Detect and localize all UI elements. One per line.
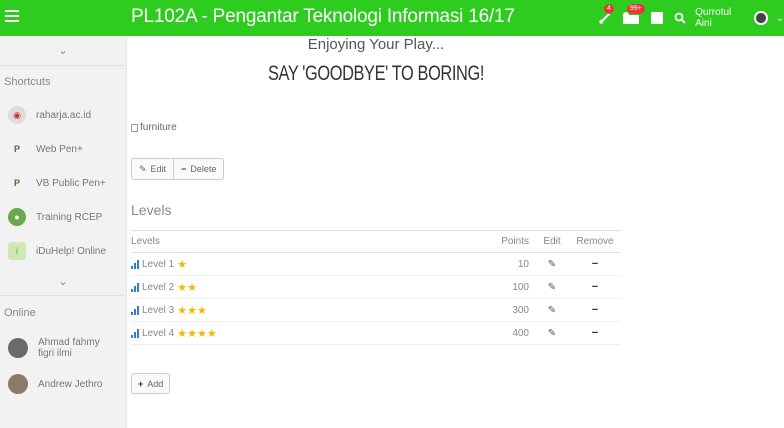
messages-badge: 99+ xyxy=(626,4,645,14)
broken-image: furniture xyxy=(131,122,177,133)
notifications-icon[interactable]: 4 xyxy=(598,4,614,26)
pen-plus-logo-icon: P xyxy=(13,144,20,154)
table-header-row: Levels Points Edit Remove xyxy=(131,230,621,253)
collapse-chevron-icon[interactable]: ⌄ xyxy=(0,36,126,66)
level-points: 10 xyxy=(475,252,535,276)
course-title: PL102A - Pengantar Teknologi Informasi 1… xyxy=(131,6,515,27)
remove-minus-icon[interactable]: − xyxy=(592,304,598,316)
column-header-edit: Edit xyxy=(535,230,569,253)
table-row: Level 3 ★★★ 300 ✎ − xyxy=(131,298,621,322)
top-bar: PL102A - Pengantar Teknologi Informasi 1… xyxy=(0,0,784,36)
level-name: Level 2 xyxy=(142,281,175,293)
level-points: 100 xyxy=(475,275,535,299)
online-user-name: Ahmad fahmy xyxy=(38,337,100,348)
online-user-name: figri ilmi xyxy=(38,348,72,359)
edit-label: Edit xyxy=(150,164,167,174)
messages-icon[interactable]: 99+ xyxy=(621,4,645,26)
edit-pencil-icon[interactable]: ✎ xyxy=(548,259,556,270)
menu-icon[interactable] xyxy=(5,10,19,24)
user-name[interactable]: Qurrotul Aini xyxy=(695,7,746,29)
shortcut-label: raharja.ac.id xyxy=(36,109,92,121)
minus-icon: − xyxy=(181,164,187,174)
table-row: Level 4 ★★★★ 400 ✎ − xyxy=(131,321,621,345)
rcep-globe-icon: ● xyxy=(8,208,26,226)
level-name: Level 1 xyxy=(142,258,175,270)
remove-minus-icon[interactable]: − xyxy=(592,258,598,270)
edit-pencil-icon[interactable]: ✎ xyxy=(548,328,556,339)
shortcut-label: VB Public Pen+ xyxy=(36,177,106,189)
user-menu-chevron-icon[interactable]: ⌄ xyxy=(776,13,784,24)
notifications-badge: 4 xyxy=(604,4,614,14)
main-content: Enjoying Your Play... SAY 'GOODBYE' TO B… xyxy=(131,36,784,428)
plus-icon: + xyxy=(138,378,144,389)
level-points: 300 xyxy=(475,298,535,322)
add-level-button[interactable]: + Add xyxy=(131,373,171,394)
raharja-logo-icon: ◉ xyxy=(8,106,26,124)
add-label: Add xyxy=(147,378,164,389)
levels-heading: Levels xyxy=(131,202,172,218)
top-bar-actions: 4 99+ Qurrotul Aini ⌄ xyxy=(598,4,784,29)
level-name: Level 3 xyxy=(142,304,175,316)
banner-text: SAY 'GOODBYE' TO BORING! xyxy=(268,62,484,85)
broken-image-icon xyxy=(131,123,138,132)
delete-label: Delete xyxy=(190,164,217,174)
pencil-icon: ✎ xyxy=(139,163,147,174)
signal-bars-icon xyxy=(131,328,139,338)
column-header-remove: Remove xyxy=(569,230,621,253)
level-points: 400 xyxy=(475,321,535,345)
shortcut-label: Web Pen+ xyxy=(36,143,83,155)
level-name: Level 4 xyxy=(142,327,175,339)
remove-minus-icon[interactable]: − xyxy=(592,281,598,293)
table-row: Level 2 ★★ 100 ✎ − xyxy=(131,275,621,299)
shortcut-label: Training RCEP xyxy=(36,211,103,223)
help-icon[interactable] xyxy=(649,10,664,26)
online-user-name: Andrew Jethro xyxy=(38,378,103,390)
image-alt-text: furniture xyxy=(140,122,177,133)
column-header-points: Points xyxy=(475,230,535,253)
signal-bars-icon xyxy=(131,259,139,269)
shortcut-web-pen[interactable]: P Web Pen+ xyxy=(0,132,126,166)
search-icon[interactable] xyxy=(672,10,687,26)
edit-pencil-icon[interactable]: ✎ xyxy=(548,282,556,293)
levels-table: Levels Points Edit Remove Level 1 ★ 10 ✎… xyxy=(131,230,621,345)
star-icons: ★★★★ xyxy=(177,327,217,340)
table-row: Level 1 ★ 10 ✎ − xyxy=(131,252,621,276)
column-header-levels: Levels xyxy=(131,230,475,253)
edit-button[interactable]: ✎ Edit xyxy=(132,159,173,179)
delete-button[interactable]: − Delete xyxy=(173,159,223,179)
avatar xyxy=(8,338,28,358)
signal-bars-icon xyxy=(131,282,139,292)
edit-pencil-icon[interactable]: ✎ xyxy=(548,305,556,316)
star-icons: ★★★ xyxy=(177,304,207,317)
sidebar: ⌄ Shortcuts ◉ raharja.ac.id P Web Pen+ P… xyxy=(0,36,127,428)
pen-plus-logo-icon: P xyxy=(13,178,20,188)
shortcut-label: iDuHelp! Online xyxy=(36,245,107,257)
remove-minus-icon[interactable]: − xyxy=(592,327,598,339)
online-user[interactable]: Andrew Jethro xyxy=(0,366,126,402)
star-icons: ★ xyxy=(177,258,188,271)
shortcut-training-rcep[interactable]: ● Training RCEP xyxy=(0,200,126,234)
edit-delete-group: ✎ Edit − Delete xyxy=(131,158,225,180)
iduhelp-logo-icon: i xyxy=(8,242,26,260)
user-avatar[interactable] xyxy=(754,11,768,25)
signal-bars-icon xyxy=(131,305,139,315)
page-subtitle: Enjoying Your Play... xyxy=(307,36,445,53)
avatar xyxy=(8,374,28,394)
shortcut-vb-public-pen[interactable]: P VB Public Pen+ xyxy=(0,166,126,200)
online-user[interactable]: Ahmad fahmy figri ilmi xyxy=(0,330,126,366)
shortcut-iduhelp[interactable]: i iDuHelp! Online xyxy=(0,234,126,268)
shortcut-raharja[interactable]: ◉ raharja.ac.id xyxy=(0,98,126,132)
star-icons: ★★ xyxy=(177,281,197,294)
more-shortcuts-chevron-icon[interactable]: ⌄ xyxy=(0,268,126,296)
online-heading: Online xyxy=(4,307,36,319)
shortcuts-heading: Shortcuts xyxy=(4,76,51,88)
